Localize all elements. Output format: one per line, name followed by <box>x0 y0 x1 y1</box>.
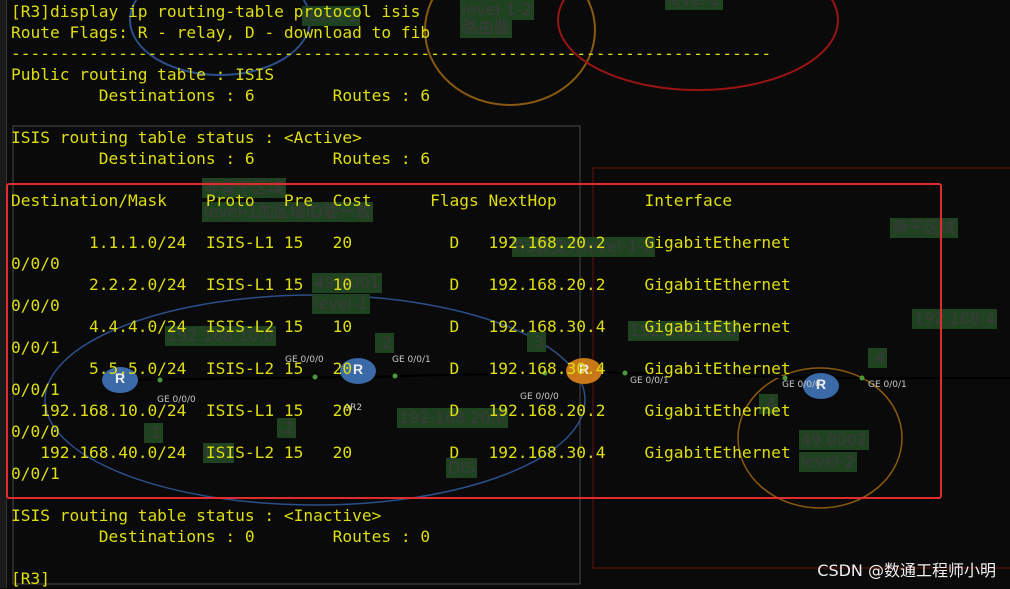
watermark: CSDN @数通工程师小明 <box>817 561 996 580</box>
backbone-top-label: level-2 <box>665 0 723 10</box>
public-table-counts: Destinations : 6 Routes : 6 <box>11 86 431 105</box>
public-table-title: Public routing table : ISIS <box>11 65 275 84</box>
active-counts: Destinations : 6 Routes : 6 <box>11 149 431 168</box>
highlight-box <box>6 183 942 499</box>
inactive-counts: Destinations : 0 Routes : 0 <box>11 527 431 546</box>
route-flags-legend: Route Flags: R - relay, D - download to … <box>11 23 431 42</box>
inactive-status: ISIS routing table status : <Inactive> <box>11 506 382 525</box>
command-line: [R3]display ip routing-table protocol is… <box>11 2 421 21</box>
area2-label: level-1-2 <box>460 0 534 20</box>
command-prompt[interactable]: [R3] <box>11 568 50 589</box>
area2-text: 路由器 <box>460 18 513 38</box>
separator: ----------------------------------------… <box>11 44 772 63</box>
active-status: ISIS routing table status : <Active> <box>11 128 362 147</box>
